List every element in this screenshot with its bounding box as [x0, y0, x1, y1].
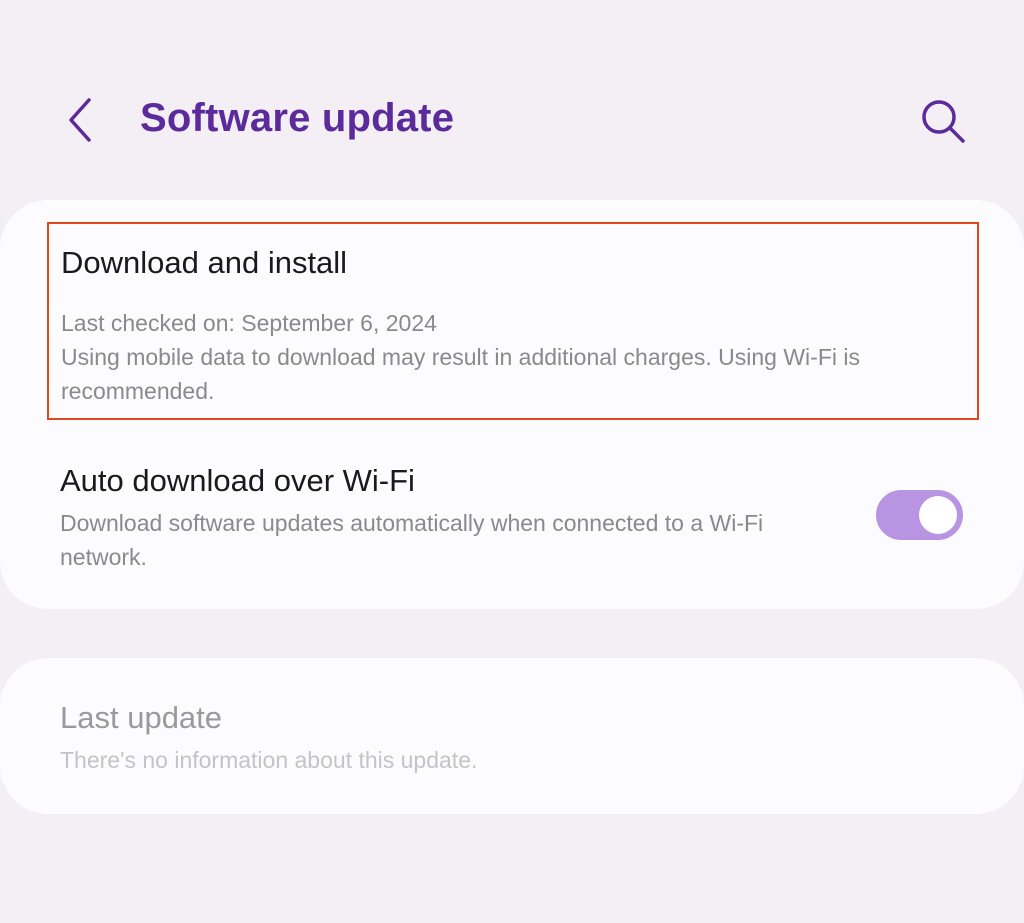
auto-download-toggle[interactable]: [876, 490, 963, 540]
mobile-data-note: Using mobile data to download may result…: [61, 344, 860, 404]
search-button[interactable]: [914, 94, 972, 148]
app-header: Software update: [0, 0, 1024, 200]
search-icon: [922, 100, 965, 143]
chevron-left-icon: [69, 98, 91, 142]
updates-card: Download and install Last checked on: Se…: [0, 200, 1024, 609]
last-update-description: There's no information about this update…: [60, 747, 478, 773]
last-update-item: Last update There's no information about…: [0, 698, 1024, 788]
last-checked-text: Last checked on: September 6, 2024: [61, 310, 437, 336]
last-update-card: Last update There's no information about…: [0, 658, 1024, 814]
last-update-title: Last update: [60, 700, 223, 735]
auto-download-item[interactable]: Auto download over Wi-Fi Download softwa…: [0, 456, 1024, 576]
download-and-install-item[interactable]: Download and install Last checked on: Se…: [47, 222, 979, 420]
auto-download-description: Download software updates automatically …: [60, 510, 764, 570]
page-title: Software update: [140, 96, 455, 140]
toggle-knob: [919, 496, 957, 534]
download-and-install-title: Download and install: [61, 245, 348, 280]
auto-download-title: Auto download over Wi-Fi: [60, 463, 415, 498]
back-button[interactable]: [56, 92, 104, 148]
